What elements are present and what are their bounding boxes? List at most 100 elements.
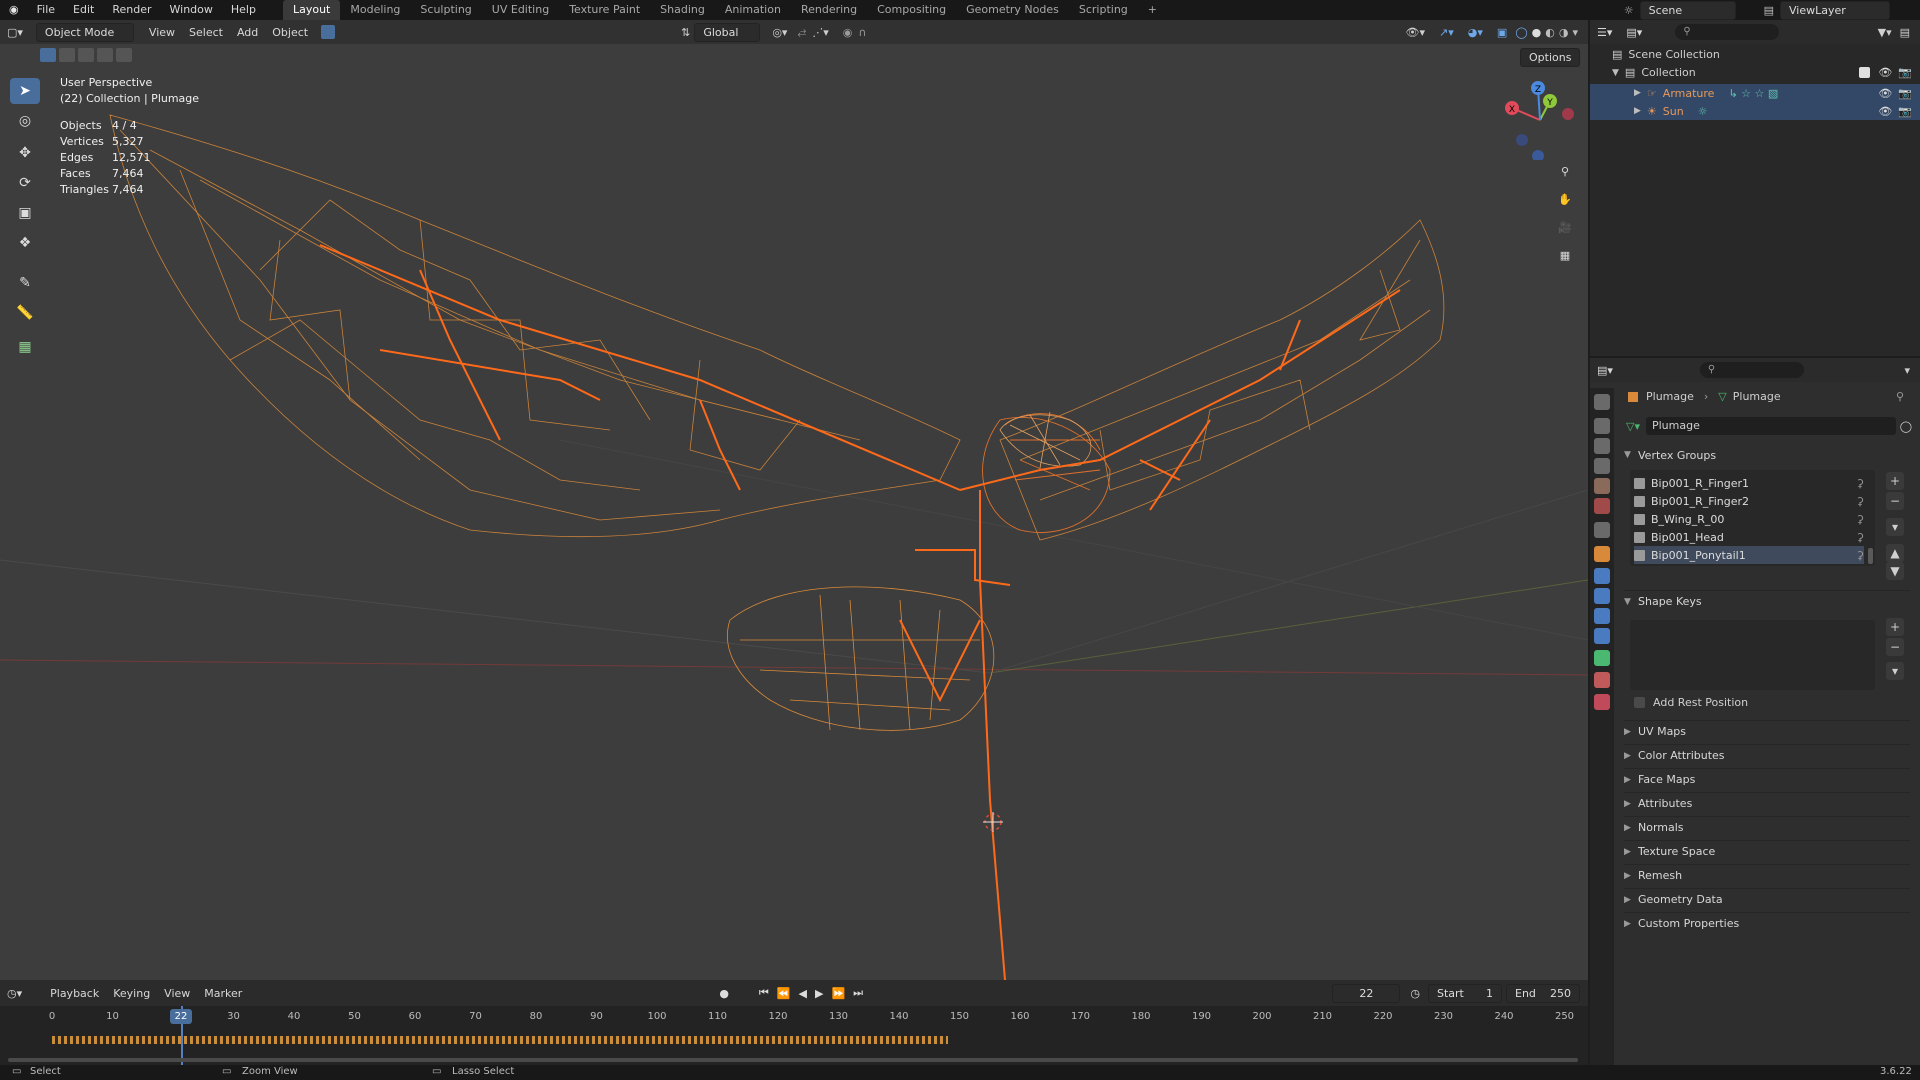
attributes-panel-header[interactable]: ▶ Attributes bbox=[1624, 792, 1910, 814]
face-maps-panel-header[interactable]: ▶ Face Maps bbox=[1624, 768, 1910, 790]
tab-geometry-nodes[interactable]: Geometry Nodes bbox=[956, 0, 1069, 20]
menu-window[interactable]: Window bbox=[161, 0, 222, 20]
select-box-tool[interactable]: ➤ bbox=[10, 78, 40, 104]
snap-target-icon[interactable]: ⋰▾ bbox=[812, 26, 829, 39]
texture-tab-icon[interactable] bbox=[1594, 694, 1610, 710]
end-frame-field[interactable]: End 250 bbox=[1506, 983, 1580, 1003]
camera-render-icon[interactable]: 📷 bbox=[1898, 105, 1912, 118]
timeline-editor-type-icon[interactable]: ◷▾ bbox=[0, 985, 29, 1002]
add-cube-tool[interactable]: ▦ bbox=[10, 334, 40, 360]
camera-view-button[interactable]: 🎥 bbox=[1552, 214, 1578, 240]
move-down-button[interactable]: ▼ bbox=[1886, 562, 1904, 580]
vertex-groups-scrollbar[interactable] bbox=[1868, 548, 1873, 564]
timeline-ruler[interactable]: 0 10 230 40 50 60 70 80 90 100 110 120 130 140 150 160 1… bbox=[0, 1006, 1588, 1065]
tab-rendering[interactable]: Rendering bbox=[791, 0, 867, 20]
geometry-data-panel-header[interactable]: ▶ Geometry Data bbox=[1624, 888, 1910, 910]
menu-file[interactable]: File bbox=[28, 0, 64, 20]
shape-key-specials-button[interactable]: ▾ bbox=[1886, 662, 1904, 680]
snap-icon[interactable]: ⥄ bbox=[797, 25, 806, 39]
tab-modeling[interactable]: Modeling bbox=[340, 0, 410, 20]
list-item[interactable]: Bip001_Ponytail1 ⚳ bbox=[1634, 546, 1864, 564]
new-collection-icon[interactable]: ▤ bbox=[1900, 26, 1910, 39]
preview-range-icon[interactable]: ◷ bbox=[1410, 987, 1420, 1000]
output-tab-icon[interactable] bbox=[1594, 438, 1610, 454]
shape-keys-list[interactable] bbox=[1630, 620, 1875, 690]
pan-button[interactable]: ✋ bbox=[1552, 186, 1578, 212]
render-tab-icon[interactable] bbox=[1594, 418, 1610, 434]
list-item[interactable]: Bip001_R_Finger1 ⚳ bbox=[1634, 474, 1864, 492]
properties-options-icon[interactable]: ▾ bbox=[1904, 364, 1910, 377]
eye-icon[interactable]: 👁 bbox=[1878, 87, 1892, 100]
view-layer-tab-icon[interactable] bbox=[1594, 458, 1610, 474]
perspective-toggle-button[interactable]: ▦ bbox=[1552, 242, 1578, 268]
playhead-label[interactable]: 22 bbox=[170, 1009, 192, 1024]
annotate-tool[interactable]: ✎ bbox=[10, 270, 40, 296]
add-workspace-button[interactable]: + bbox=[1138, 0, 1167, 20]
transform-tool[interactable]: ❖ bbox=[10, 230, 40, 256]
xray-toggle-icon[interactable]: ▣ bbox=[1497, 26, 1507, 39]
add-rest-position-row[interactable]: Add Rest Position bbox=[1634, 696, 1748, 709]
data-tab-icon[interactable] bbox=[1594, 650, 1610, 666]
mesh-data-selector[interactable]: ▽▾ Plumage ◯ bbox=[1626, 416, 1912, 436]
list-item[interactable]: Bip001_Head ⚳ bbox=[1634, 528, 1864, 546]
zoom-button[interactable]: ⚲ bbox=[1552, 158, 1578, 184]
camera-render-icon[interactable]: 📷 bbox=[1898, 66, 1912, 79]
jump-end-icon[interactable]: ⏭ bbox=[853, 986, 863, 1000]
select-extend-icon[interactable] bbox=[59, 48, 75, 62]
record-icon[interactable]: ● bbox=[719, 987, 729, 1000]
uv-maps-panel-header[interactable]: ▶ UV Maps bbox=[1624, 720, 1910, 742]
tab-texture-paint[interactable]: Texture Paint bbox=[559, 0, 650, 20]
world-tab-icon[interactable] bbox=[1594, 498, 1610, 514]
add-rest-position-checkbox[interactable] bbox=[1634, 697, 1645, 708]
overlay-toggle-icon[interactable]: ◕▾ bbox=[1468, 26, 1483, 39]
select-invert-icon[interactable] bbox=[97, 48, 113, 62]
properties-editor-type-icon[interactable]: ▤▾ bbox=[1590, 362, 1620, 379]
shading-options-icon[interactable]: ▾ bbox=[1572, 26, 1578, 39]
play-reverse-icon[interactable]: ◀ bbox=[799, 987, 807, 1000]
camera-render-icon[interactable]: 📷 bbox=[1898, 87, 1912, 100]
scene-selector[interactable]: Scene bbox=[1639, 0, 1736, 20]
menu-select[interactable]: Select bbox=[182, 24, 230, 41]
rendered-shading-icon[interactable]: ◑ bbox=[1559, 26, 1569, 39]
object-tab-icon[interactable] bbox=[1594, 546, 1610, 562]
menu-playback[interactable]: Playback bbox=[43, 985, 106, 1002]
jump-keyframe-back-icon[interactable]: ⏪ bbox=[777, 987, 791, 1000]
outliner-row-collection[interactable]: ▼ ▤ Collection 👁 📷 bbox=[1612, 66, 1912, 79]
eye-icon[interactable]: 👁 bbox=[1878, 66, 1892, 79]
lock-icon[interactable]: ⚳ bbox=[1856, 549, 1864, 562]
tab-shading[interactable]: Shading bbox=[650, 0, 715, 20]
material-tab-icon[interactable] bbox=[1594, 672, 1610, 688]
list-item[interactable]: B_Wing_R_00 ⚳ bbox=[1634, 510, 1864, 528]
outliner-row-sun[interactable]: ▶ ☀ Sun ☼ 👁 📷 bbox=[1590, 102, 1920, 120]
editor-type-icon[interactable]: ▢▾ bbox=[0, 24, 30, 41]
jump-keyframe-forward-icon[interactable]: ⏩ bbox=[831, 987, 845, 1000]
tab-compositing[interactable]: Compositing bbox=[867, 0, 956, 20]
menu-view[interactable]: View bbox=[142, 24, 182, 41]
add-shape-key-button[interactable]: + bbox=[1886, 618, 1904, 636]
cursor-tool[interactable]: ◎ bbox=[10, 108, 40, 134]
expand-arrow-icon[interactable]: ▶ bbox=[1634, 88, 1641, 98]
solid-shading-icon[interactable]: ● bbox=[1532, 26, 1542, 39]
start-frame-field[interactable]: Start 1 bbox=[1428, 983, 1502, 1003]
outliner-row-armature[interactable]: ▶ ☞ Armature ↳ ☆ ☆ ▧ 👁 📷 bbox=[1590, 84, 1920, 102]
collection-tab-icon[interactable] bbox=[1594, 522, 1610, 538]
menu-keying[interactable]: Keying bbox=[106, 985, 157, 1002]
constraints-tab-icon[interactable] bbox=[1594, 628, 1610, 644]
play-icon[interactable]: ▶ bbox=[815, 987, 823, 1000]
menu-edit[interactable]: Edit bbox=[64, 0, 103, 20]
scene-tab-icon[interactable] bbox=[1594, 478, 1610, 494]
viewlayer-selector[interactable]: ViewLayer bbox=[1780, 0, 1890, 20]
tab-uv-editing[interactable]: UV Editing bbox=[482, 0, 559, 20]
remove-vertex-group-button[interactable]: − bbox=[1886, 492, 1904, 510]
normals-panel-header[interactable]: ▶ Normals bbox=[1624, 816, 1910, 838]
menu-render[interactable]: Render bbox=[103, 0, 160, 20]
pin-icon[interactable]: ⚲ bbox=[1896, 390, 1904, 403]
list-item[interactable]: Bip001_R_Finger2 ⚳ bbox=[1634, 492, 1864, 510]
menu-help[interactable]: Help bbox=[222, 0, 265, 20]
tool-tab-icon[interactable] bbox=[1594, 394, 1610, 410]
menu-marker[interactable]: Marker bbox=[197, 985, 249, 1002]
rotate-tool[interactable]: ⟳ bbox=[10, 170, 40, 196]
display-mode-icon[interactable]: ▤▾ bbox=[1619, 24, 1649, 41]
gizmo-toggle-icon[interactable]: ↗▾ bbox=[1439, 26, 1454, 39]
color-attributes-panel-header[interactable]: ▶ Color Attributes bbox=[1624, 744, 1910, 766]
